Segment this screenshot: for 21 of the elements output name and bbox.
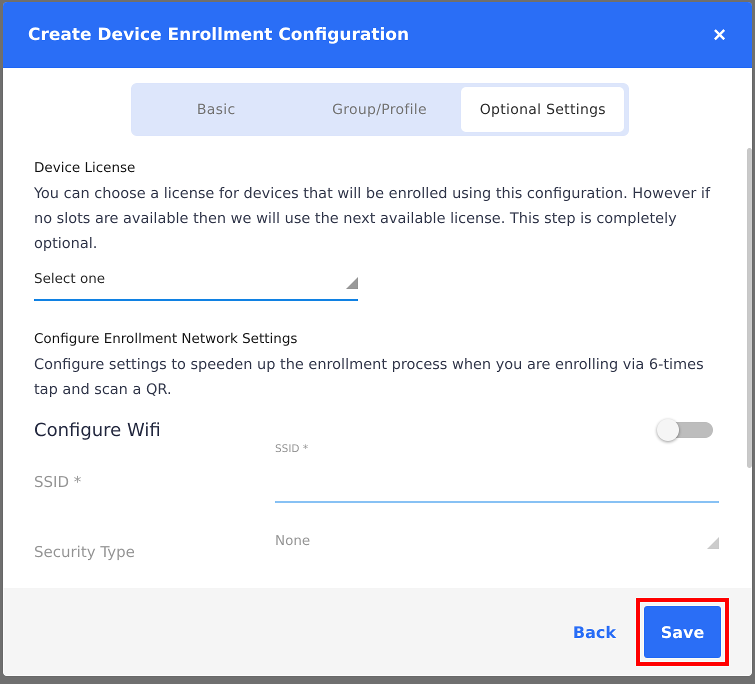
ssid-field[interactable]: SSID * [275, 443, 719, 503]
wifi-label: Configure Wifi [34, 420, 161, 440]
field-label: Security Type [34, 543, 136, 561]
dialog-title: Create Device Enrollment Configuration [28, 25, 410, 45]
tab[interactable]: Basic [134, 87, 298, 132]
description: You can choose a license for devices that will be enrolled using this configuration. However if no slots are available then we will use the next available license. This step is completely optional. [34, 185, 712, 254]
license-select[interactable]: Select one [34, 265, 358, 301]
security-type-select[interactable]: None [275, 527, 719, 561]
section-heading: Configure Enrollment Network Settings [34, 331, 298, 347]
close-button[interactable]: × [709, 24, 730, 46]
dropdown-icon [707, 537, 719, 549]
dropdown-icon [346, 277, 358, 289]
tab[interactable]: Group/Profile [298, 87, 462, 132]
tab[interactable]: Optional Settings [461, 87, 624, 132]
description: Configure settings to speeden up the enrollment process when you are enrolling via 6-times tap and scan a QR. [34, 356, 705, 400]
save-button[interactable]: Save [644, 606, 721, 658]
field-label: SSID * [34, 473, 82, 493]
back-link[interactable]: Back [572, 622, 616, 642]
wifi-toggle[interactable] [657, 419, 713, 441]
scrollbar-thumb[interactable] [747, 148, 752, 468]
section-heading: Device License [34, 160, 136, 176]
